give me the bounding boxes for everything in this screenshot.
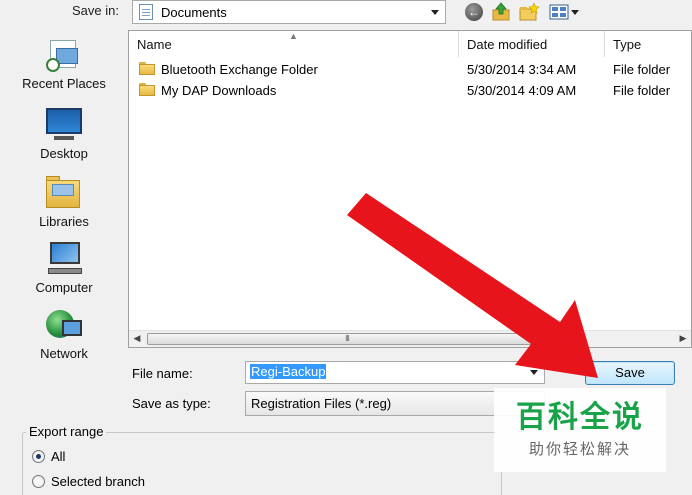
folder-icon (139, 62, 155, 75)
export-range-title: Export range (26, 424, 107, 439)
export-selected-branch-option[interactable]: Selected branch (32, 474, 145, 489)
date-modified-cell: 5/30/2014 4:09 AM (467, 83, 577, 98)
places-bar: Recent Places Desktop Libraries Computer… (0, 26, 125, 414)
scroll-left-icon[interactable]: ◀ (131, 333, 143, 344)
radio-label: Selected branch (51, 474, 145, 489)
recent-places-icon (46, 40, 82, 72)
radio-button-all[interactable] (32, 450, 45, 463)
new-folder-icon (519, 2, 540, 21)
place-desktop[interactable]: Desktop (10, 108, 118, 161)
place-recent-places[interactable]: Recent Places (10, 40, 118, 91)
save-in-label: Save in: (72, 3, 119, 18)
column-header-label: Name (137, 36, 172, 52)
file-name-value: Regi-Backup (250, 364, 327, 379)
back-icon: ← (465, 3, 483, 21)
watermark-title: 百科全说 (516, 400, 644, 435)
radio-label: All (51, 449, 66, 464)
views-menu-button[interactable] (548, 2, 582, 22)
place-network[interactable]: Network (10, 308, 118, 361)
place-label: Libraries (39, 214, 89, 229)
documents-icon (139, 4, 153, 20)
file-name-input[interactable]: Regi-Backup (245, 361, 545, 384)
place-label: Computer (35, 280, 93, 295)
desktop-icon (44, 108, 84, 142)
scroll-right-icon[interactable]: ▶ (677, 333, 689, 344)
watermark-subtitle: 助你轻松解决 (528, 440, 631, 458)
new-folder-button[interactable] (518, 2, 540, 22)
date-modified-cell: 5/30/2014 3:34 AM (467, 62, 577, 77)
column-header-date-modified[interactable]: Date modified (459, 31, 605, 57)
place-libraries[interactable]: Libraries (10, 174, 118, 229)
save-as-type-label: Save as type: (132, 396, 211, 411)
radio-button-selected-branch[interactable] (32, 475, 45, 488)
up-folder-icon (492, 2, 510, 21)
file-name-cell: My DAP Downloads (161, 83, 277, 98)
save-button[interactable]: Save (585, 361, 675, 385)
column-header-label: Date modified (467, 36, 548, 52)
chevron-down-icon (431, 10, 439, 15)
chevron-down-icon[interactable] (530, 370, 538, 375)
file-row[interactable]: My DAP Downloads 5/30/2014 4:09 AM File … (129, 80, 692, 101)
column-header-name[interactable]: Name ▲ (129, 31, 459, 57)
column-header-type[interactable]: Type (605, 31, 692, 57)
location-value: Documents (161, 4, 227, 20)
computer-icon (44, 242, 84, 276)
back-button[interactable]: ← (463, 2, 485, 22)
folder-icon (139, 83, 155, 96)
file-row[interactable]: Bluetooth Exchange Folder 5/30/2014 3:34… (129, 59, 692, 80)
export-all-option[interactable]: All (32, 449, 65, 464)
up-one-level-button[interactable] (490, 2, 512, 22)
libraries-icon (44, 174, 84, 210)
place-label: Network (40, 346, 88, 361)
file-name-cell: Bluetooth Exchange Folder (161, 62, 318, 77)
watermark: 百科全说 助你轻松解决 (494, 388, 666, 472)
file-list[interactable]: Name ▲ Date modified Type Bluetooth Exch… (128, 30, 692, 348)
file-name-label: File name: (132, 366, 193, 381)
type-cell: File folder (613, 62, 671, 77)
column-header-label: Type (613, 36, 642, 52)
save-as-type-value: Registration Files (*.reg) (251, 396, 392, 411)
type-cell: File folder (613, 83, 671, 98)
place-label: Desktop (40, 146, 88, 161)
views-menu-icon (549, 4, 579, 20)
network-icon (44, 308, 84, 342)
sort-ascending-icon: ▲ (289, 31, 298, 41)
horizontal-scrollbar[interactable]: ◀ III ▶ (129, 330, 691, 347)
place-computer[interactable]: Computer (10, 242, 118, 295)
place-label: Recent Places (22, 76, 106, 91)
save-in-location-dropdown[interactable]: Documents (132, 0, 446, 24)
scrollbar-thumb[interactable]: III (147, 333, 547, 345)
